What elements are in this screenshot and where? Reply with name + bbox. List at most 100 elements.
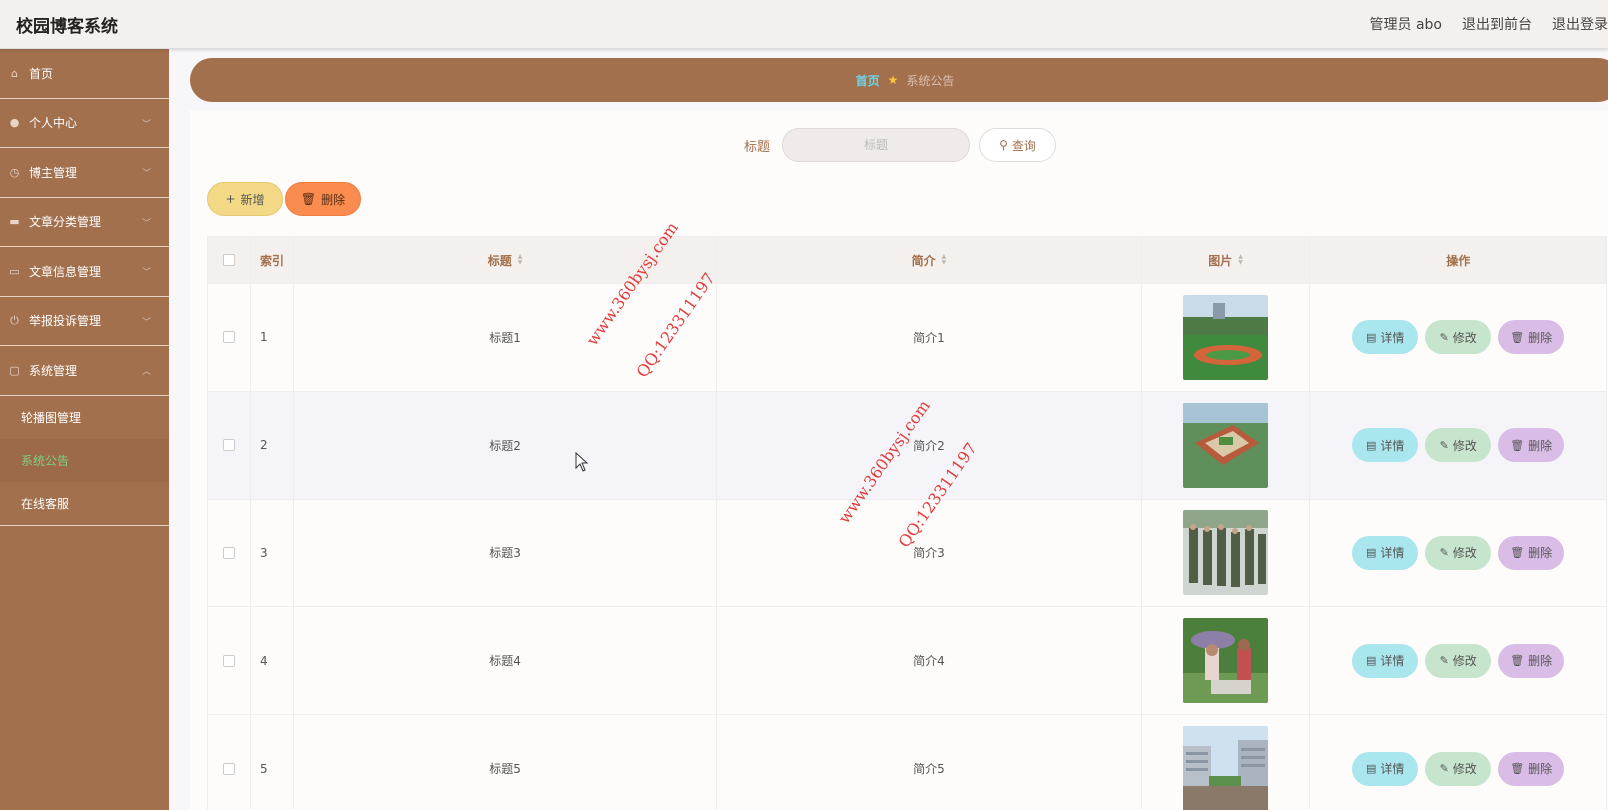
- row-title: 标题5: [294, 715, 718, 810]
- document-icon: ▤: [1365, 546, 1377, 560]
- detail-label: 详情: [1380, 546, 1405, 561]
- row-title: 标题1: [294, 284, 718, 391]
- delete-label: 删除: [1528, 330, 1553, 345]
- col-image[interactable]: 图片 ▲ ▼: [1142, 237, 1311, 283]
- row-index: 3: [251, 499, 294, 607]
- row-thumbnail[interactable]: [1183, 510, 1269, 596]
- sidebar-item-label: 个人中心: [29, 116, 78, 131]
- edit-button[interactable]: ✎ 修改: [1425, 320, 1492, 355]
- pencil-icon: ✎: [1439, 546, 1449, 560]
- detail-button[interactable]: ▤ 详情: [1352, 535, 1419, 570]
- top-header: 校园博客系统 管理员 abo 退出到前台 退出登录: [0, 0, 1608, 49]
- row-thumbnail[interactable]: [1183, 402, 1269, 488]
- sort-icon[interactable]: ▲ ▼: [1238, 254, 1243, 266]
- edit-button[interactable]: ✎ 修改: [1425, 751, 1492, 786]
- add-button[interactable]: + 新增: [207, 182, 283, 216]
- app-title: 校园博客系统: [16, 17, 118, 37]
- mouse-cursor-icon: [575, 452, 589, 472]
- delete-button[interactable]: 🗑 删除: [1498, 428, 1565, 463]
- sort-icon[interactable]: ▲ ▼: [518, 254, 523, 266]
- row-image-cell: [1142, 499, 1311, 607]
- row-checkbox[interactable]: [222, 762, 235, 775]
- sidebar-item-blogger-mgmt[interactable]: ◷ 博主管理 ﹀: [0, 148, 169, 198]
- detail-button[interactable]: ▤ 详情: [1352, 320, 1419, 355]
- trash-icon: 🗑: [1510, 330, 1525, 344]
- search-bar: 标题 ⚲ 查询: [190, 128, 1608, 162]
- row-title: 标题4: [294, 607, 718, 715]
- edit-button[interactable]: ✎ 修改: [1425, 428, 1492, 463]
- document-icon: ▤: [1365, 438, 1377, 452]
- row-checkbox[interactable]: [222, 331, 235, 344]
- delete-button[interactable]: 🗑 删除: [1498, 320, 1565, 355]
- breadcrumb: 首页 ★ 系统公告: [190, 58, 1608, 102]
- edit-label: 修改: [1452, 546, 1477, 561]
- row-title: 标题2: [294, 391, 718, 499]
- admin-user-link[interactable]: 管理员 abo: [1370, 14, 1442, 34]
- edit-button[interactable]: ✎ 修改: [1425, 643, 1492, 678]
- sidebar-item-home[interactable]: ⌂ 首页: [0, 49, 169, 99]
- breadcrumb-home[interactable]: 首页: [856, 72, 880, 89]
- announcement-table: 索引 标题 ▲ ▼ 简介 ▲ ▼ 图片 ▲ ▼ 操作 1 标题1 简介1 ▤ 详情 ✎ 修改 🗑…: [207, 236, 1607, 810]
- row-image-cell: [1142, 284, 1311, 391]
- system-submenu: 轮播图管理 系统公告 在线客服: [0, 395, 169, 526]
- sidebar-item-label: 文章分类管理: [29, 215, 102, 230]
- back-to-frontend-link[interactable]: 退出到前台: [1462, 14, 1532, 34]
- sidebar-item-report-mgmt[interactable]: ⏻ 举报投诉管理 ﹀: [0, 297, 169, 346]
- sort-icon[interactable]: ▲ ▼: [942, 254, 947, 266]
- sidebar-item-personal-center[interactable]: ● 个人中心 ﹀: [0, 99, 169, 148]
- sidebar-item-category-mgmt[interactable]: ▬ 文章分类管理 ﹀: [0, 198, 169, 247]
- edit-label: 修改: [1452, 438, 1477, 453]
- col-brief[interactable]: 简介 ▲ ▼: [717, 237, 1142, 283]
- message-icon: ▢: [9, 363, 20, 377]
- sidebar-item-article-mgmt[interactable]: ▭ 文章信息管理 ﹀: [0, 247, 169, 297]
- search-label: 标题: [743, 139, 770, 155]
- row-ops: ▤ 详情 ✎ 修改 🗑 删除: [1310, 392, 1606, 499]
- detail-button[interactable]: ▤ 详情: [1352, 643, 1419, 678]
- row-image-cell: [1142, 607, 1311, 715]
- col-image-label: 图片: [1208, 253, 1233, 268]
- detail-label: 详情: [1380, 762, 1405, 777]
- row-thumbnail[interactable]: [1183, 618, 1269, 704]
- table-row: 5 标题5 简介5 ▤ 详情 ✎ 修改 🗑 删除: [208, 715, 1606, 810]
- add-button-label: 新增: [240, 192, 265, 207]
- sidebar: ⌂ 首页 ● 个人中心 ﹀ ◷ 博主管理 ﹀ ▬ 文章分类管理 ﹀ ▭ 文章信息…: [0, 49, 169, 810]
- sidebar-subitem-online-service[interactable]: 在线客服: [0, 482, 169, 525]
- star-icon: ★: [887, 73, 899, 87]
- col-title[interactable]: 标题 ▲ ▼: [294, 237, 718, 283]
- sidebar-subitem-announcement[interactable]: 系统公告: [0, 438, 169, 482]
- sidebar-item-system-mgmt[interactable]: ▢ 系统管理 ︿: [0, 346, 169, 396]
- detail-label: 详情: [1380, 654, 1405, 669]
- chevron-down-icon: ﹀: [141, 268, 151, 278]
- delete-button[interactable]: 🗑 删除: [1498, 535, 1565, 570]
- row-checkbox[interactable]: [222, 654, 235, 667]
- delete-button[interactable]: 🗑 删除: [1498, 643, 1565, 678]
- monitor-icon: ▭: [9, 264, 20, 278]
- user-icon: ●: [9, 116, 20, 130]
- delete-label: 删除: [1528, 546, 1553, 561]
- row-thumbnail[interactable]: [1183, 294, 1269, 380]
- sidebar-subitem-carousel[interactable]: 轮播图管理: [0, 396, 169, 439]
- document-icon: ▤: [1365, 762, 1377, 776]
- batch-delete-button[interactable]: 🗑 删除: [285, 182, 361, 216]
- edit-button[interactable]: ✎ 修改: [1425, 535, 1492, 570]
- sidebar-item-label: 举报投诉管理: [29, 314, 102, 329]
- select-all-checkbox[interactable]: [222, 254, 235, 266]
- table-row: 2 标题2 简介2 ▤ 详情 ✎ 修改 🗑 删除: [208, 391, 1606, 500]
- breadcrumb-current: 系统公告: [906, 73, 955, 88]
- document-icon: ▤: [1365, 654, 1377, 668]
- logout-link[interactable]: 退出登录: [1552, 14, 1608, 34]
- delete-label: 删除: [1528, 438, 1553, 453]
- sidebar-item-label: 博主管理: [29, 165, 78, 180]
- row-checkbox[interactable]: [222, 546, 235, 559]
- delete-button[interactable]: 🗑 删除: [1498, 751, 1565, 786]
- row-index: 1: [251, 284, 294, 391]
- detail-button[interactable]: ▤ 详情: [1352, 751, 1419, 786]
- search-button[interactable]: ⚲ 查询: [979, 128, 1056, 162]
- row-thumbnail[interactable]: [1183, 726, 1269, 810]
- row-brief: 简介1: [717, 284, 1142, 391]
- search-input[interactable]: [782, 128, 970, 162]
- chevron-down-icon: ﹀: [141, 218, 151, 229]
- detail-button[interactable]: ▤ 详情: [1352, 428, 1419, 463]
- ticket-icon: ▬: [9, 215, 20, 229]
- row-checkbox[interactable]: [222, 439, 235, 452]
